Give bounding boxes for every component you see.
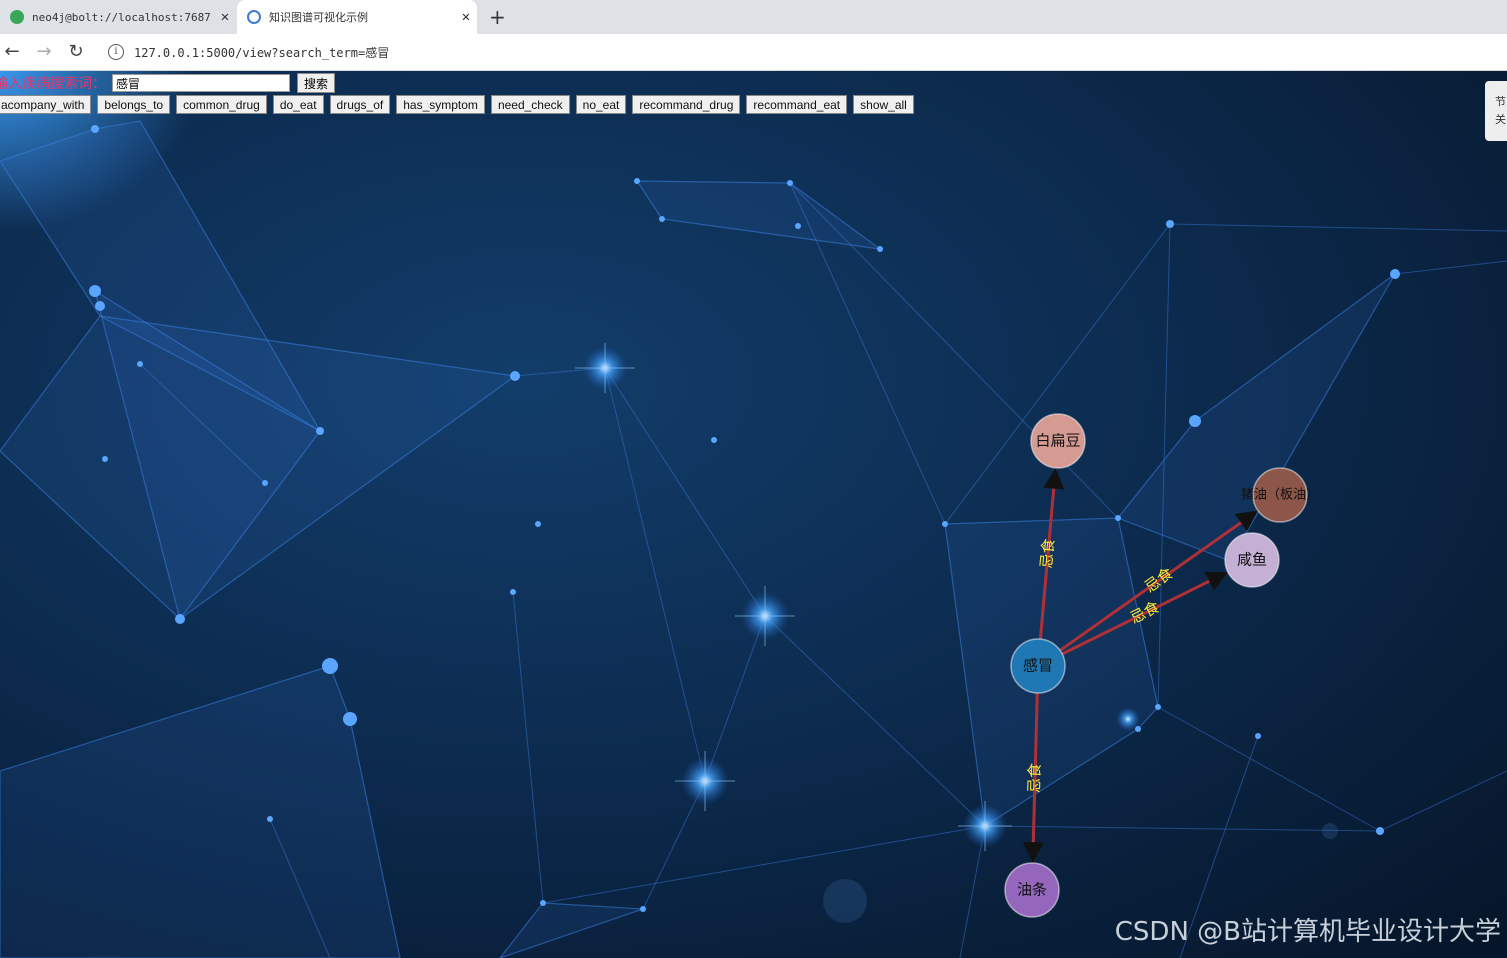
tab-bar: neo4j@bolt://localhost:7687 - ✕ 知识图谱可视化示… [0, 0, 1507, 34]
tab-title: neo4j@bolt://localhost:7687 - [32, 10, 214, 24]
graph-node-youtiao[interactable]: 油条 [1004, 862, 1060, 918]
forward-button[interactable]: → [32, 40, 56, 64]
relation-button-recommand-eat[interactable]: recommand_eat [746, 95, 848, 114]
graph-edge-label: 忌食 [1025, 763, 1044, 793]
address-bar[interactable]: i 127.0.0.1:5000/view?search_term=感冒 [100, 38, 1500, 66]
browser-toolbar: ← → ↻ i 127.0.0.1:5000/view?search_term=… [0, 34, 1507, 71]
search-row: 输入疾病搜索词： 搜索 [0, 73, 336, 93]
graph-edge-label: 忌食 [1037, 538, 1058, 569]
side-panel-tab[interactable]: 节关 [1485, 81, 1507, 141]
info-icon[interactable]: i [108, 44, 124, 60]
graph-node-cold[interactable]: 感冒 [1010, 638, 1066, 694]
graph-node-lentil[interactable]: 白扁豆 [1030, 413, 1086, 469]
relation-button-belongs-to[interactable]: belongs_to [97, 95, 171, 114]
graph-edge-label: 忌食 [1127, 598, 1162, 627]
page-content: 忌食忌食忌食忌食 感冒白扁豆猪油（板油）咸鱼油条 输入疾病搜索词： 搜索 aco… [0, 71, 1507, 958]
neo4j-favicon-icon [10, 10, 24, 24]
new-tab-button[interactable]: + [489, 6, 506, 28]
relation-button-recommand-drug[interactable]: recommand_drug [632, 95, 741, 114]
relation-button-no-eat[interactable]: no_eat [575, 95, 627, 114]
tab-title: 知识图谱可视化示例 [269, 11, 368, 24]
graph-node-label: 白扁豆 [1035, 432, 1080, 450]
relation-button-has-symptom[interactable]: has_symptom [396, 95, 485, 114]
close-tab-icon[interactable]: ✕ [214, 9, 236, 25]
watermark: CSDN @B站计算机毕业设计大学 [1114, 917, 1501, 947]
relation-button-acompany-with[interactable]: acompany_with [0, 95, 92, 114]
back-button[interactable]: ← [0, 40, 24, 64]
relation-button-need-check[interactable]: need_check [490, 95, 570, 114]
relation-button-show-all[interactable]: show_all [853, 95, 914, 114]
relation-buttons: acompany_with belongs_to common_drug do_… [0, 95, 920, 114]
search-button[interactable]: 搜索 [297, 73, 336, 93]
tab-kg-view[interactable]: 知识图谱可视化示例 ✕ [237, 0, 477, 34]
knowledge-graph[interactable]: 忌食忌食忌食忌食 感冒白扁豆猪油（板油）咸鱼油条 [0, 71, 1507, 958]
relation-button-common-drug[interactable]: common_drug [176, 95, 267, 114]
search-input[interactable] [112, 74, 290, 92]
graph-node-label: 油条 [1017, 881, 1047, 899]
close-tab-icon[interactable]: ✕ [455, 9, 477, 25]
graph-node-label: 猪油（板油） [1241, 488, 1319, 503]
graph-node-label: 感冒 [1023, 657, 1053, 675]
reload-button[interactable]: ↻ [64, 40, 88, 64]
url-text: 127.0.0.1:5000/view?search_term=感冒 [134, 45, 390, 60]
graph-edge-label: 忌食 [1141, 564, 1176, 596]
graph-node-label: 咸鱼 [1237, 551, 1267, 569]
relation-button-do-eat[interactable]: do_eat [272, 95, 324, 114]
relation-button-drugs-of[interactable]: drugs_of [329, 95, 391, 114]
graph-node-saltfish[interactable]: 咸鱼 [1224, 532, 1280, 588]
globe-favicon-icon [247, 10, 261, 24]
search-label: 输入疾病搜索词： [0, 76, 106, 92]
tab-neo4j[interactable]: neo4j@bolt://localhost:7687 - ✕ [0, 0, 236, 34]
